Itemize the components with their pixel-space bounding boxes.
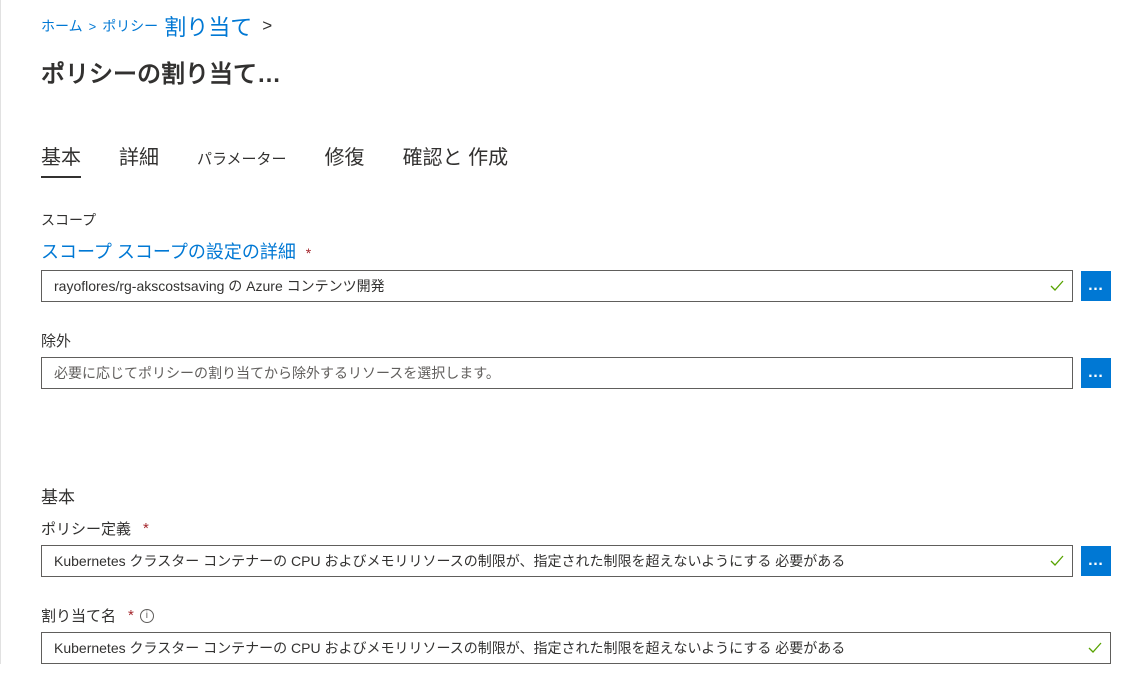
scope-settings-link[interactable]: スコープ スコープの設定の詳細 bbox=[41, 242, 296, 262]
breadcrumb-policy-link[interactable]: ポリシー bbox=[102, 16, 158, 36]
scope-section-label: スコープ bbox=[41, 210, 1126, 230]
tab-basic[interactable]: 基本 bbox=[41, 141, 81, 176]
tabs: 基本 詳細 パラメーター 修復 確認と 作成 bbox=[41, 141, 1126, 176]
scope-picker-button[interactable]: … bbox=[1081, 271, 1111, 301]
breadcrumb-current: 割り当て bbox=[164, 10, 252, 42]
required-indicator: * bbox=[306, 245, 311, 261]
tab-advanced[interactable]: 詳細 bbox=[119, 141, 159, 176]
policy-definition-input[interactable] bbox=[41, 545, 1073, 577]
breadcrumb-home-link[interactable]: ホーム bbox=[41, 16, 83, 36]
breadcrumb: ホーム > ポリシー 割り当て > bbox=[41, 10, 1126, 42]
policy-definition-picker-button[interactable]: … bbox=[1081, 546, 1111, 576]
info-icon[interactable]: i bbox=[140, 609, 154, 623]
scope-input[interactable] bbox=[41, 270, 1073, 302]
assignment-name-input[interactable] bbox=[41, 632, 1111, 664]
chevron-right-icon: > bbox=[262, 16, 272, 36]
checkmark-icon bbox=[1087, 640, 1103, 656]
exclusions-label: 除外 bbox=[41, 330, 1126, 351]
checkmark-icon bbox=[1049, 553, 1065, 569]
required-indicator: * bbox=[128, 607, 134, 624]
policy-definition-label: ポリシー定義 * bbox=[41, 518, 1126, 539]
tab-parameters[interactable]: パラメーター bbox=[197, 148, 287, 175]
tab-review-create[interactable]: 確認と 作成 bbox=[403, 141, 509, 176]
chevron-right-icon: > bbox=[89, 19, 97, 34]
tab-remediation[interactable]: 修復 bbox=[325, 141, 365, 176]
page-title: ポリシーの割り当て… bbox=[41, 54, 1126, 89]
checkmark-icon bbox=[1049, 278, 1065, 294]
assignment-name-label: 割り当て名 * i bbox=[41, 605, 1126, 626]
exclusions-picker-button[interactable]: … bbox=[1081, 358, 1111, 388]
basics-heading: 基本 bbox=[41, 483, 1126, 508]
exclusions-input[interactable] bbox=[41, 357, 1073, 389]
required-indicator: * bbox=[143, 520, 149, 537]
